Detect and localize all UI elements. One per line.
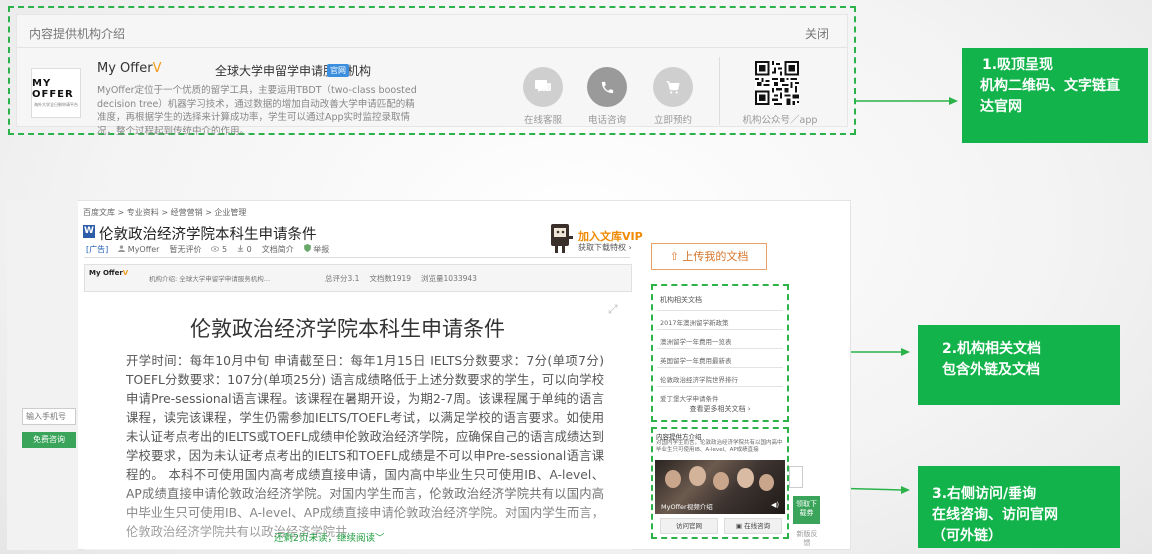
visit-website-button[interactable]: 访问官网 (660, 518, 718, 534)
related-docs-title: 机构相关文档 (660, 296, 702, 304)
provider-video-thumbnail[interactable]: MyOffer视频介绍 ◀) (655, 460, 785, 514)
photo-person (713, 472, 729, 490)
new-version-feedback-link[interactable]: 新版反馈 (795, 530, 819, 548)
org-info-bar: My OfferV 机构介绍: 全球大学申留学申请服务机构… 总评分3.1 文档… (84, 264, 632, 292)
downloads-count: 0 (237, 245, 252, 254)
upload-label: 上传我的文档 (682, 250, 749, 263)
online-consult-label: 在线咨询 (744, 522, 771, 530)
related-doc-item[interactable]: 英国留学一年费用最新表 (657, 348, 783, 368)
free-consult-button[interactable]: 免费咨询 (22, 432, 76, 448)
doc-meta-bar: [广告] MyOffer 暂无评价 5 0 文档简介 举报 (86, 244, 329, 255)
volume-icon[interactable]: ◀) (771, 501, 779, 509)
download-icon (237, 245, 244, 252)
infobar-logo-v: V (122, 269, 129, 277)
online-consult-button[interactable]: ▣ 在线咨询 (724, 518, 782, 534)
upload-doc-button[interactable]: ⇧ 上传我的文档 (651, 243, 767, 270)
related-docs-box: 机构相关文档 2017年澳洲留学新政策 澳洲留学一年费用一览表 英国留学一年费用… (651, 284, 789, 422)
report-link[interactable]: 举报 (303, 244, 330, 255)
photo-person (665, 470, 681, 488)
doc-intro-toggle[interactable]: 文档简介 (262, 244, 294, 255)
provider-intro-box: 内容提供方介绍 对国内学生而言，伦敦政治经济学院共有以国内高中毕业生只可使用IB… (651, 427, 789, 539)
stat-view-count: 浏览量1033943 (421, 274, 477, 283)
continue-reading-label: 还剩2页未读，继续阅读 (274, 533, 376, 544)
chevron-down-icon: ﹀ (375, 533, 385, 544)
related-doc-item[interactable]: 爱丁堡大学申请条件 (657, 386, 783, 406)
views-value: 5 (222, 245, 228, 254)
ad-tag: [广告] (86, 245, 109, 254)
related-doc-item[interactable]: 伦敦政治经济学院世界排行 (657, 367, 783, 387)
breadcrumb[interactable]: 百度文库 > 专业资料 > 经营营销 > 企业管理 (83, 207, 246, 218)
user-icon (118, 245, 126, 252)
eye-icon (211, 246, 220, 252)
related-doc-item[interactable]: 2017年澳洲留学新政策 (657, 310, 783, 330)
upload-icon: ⇧ (669, 250, 683, 263)
arrow-head (901, 486, 910, 494)
phone-number-input[interactable] (22, 408, 76, 425)
chat-icon: ▣ (735, 522, 745, 530)
side-input[interactable] (789, 466, 803, 488)
report-label: 举报 (313, 245, 330, 254)
get-download-voucher-button[interactable]: 领取下载券 (793, 496, 820, 524)
video-caption: MyOffer视频介绍 (661, 503, 713, 511)
infobar-logo-text: My Offer (89, 269, 123, 277)
content-title: 伦敦政治经济学院本科生申请条件 (190, 317, 505, 341)
fullscreen-icon[interactable]: ⤢ (608, 302, 618, 317)
more-related-docs-link[interactable]: 查看更多相关文档 › (653, 404, 787, 414)
stat-doc-count: 文档数1919 (369, 274, 412, 283)
infobar-intro: 机构介绍: 全球大学申留学申请服务机构… (149, 275, 271, 283)
photo-person (759, 474, 774, 491)
vip-mascot-icon (551, 224, 573, 253)
arrow-head (949, 97, 958, 105)
photo-person (689, 466, 706, 486)
views-count: 5 (211, 245, 227, 254)
provider-description: 对国内学生而言，伦敦政治经济学院共有以国内高中毕业生只可使用IB、A-level… (656, 440, 783, 453)
continue-reading-link[interactable]: 还剩2页未读，继续阅读﹀ (274, 530, 385, 544)
more-related-docs-label: 查看更多相关文档 (689, 405, 746, 413)
related-doc-item[interactable]: 澳洲留学一年费用一览表 (657, 329, 783, 349)
author-link[interactable]: MyOffer (118, 245, 159, 254)
vip-privilege-link[interactable]: 获取下载特权 › (578, 242, 632, 253)
infobar-logo: My OfferV (89, 269, 128, 277)
stat-rating: 总评分3.1 (325, 274, 360, 283)
divider (84, 257, 630, 258)
author-name: MyOffer (127, 245, 160, 254)
rating-text: 暂无评价 (169, 245, 202, 254)
infobar-stats: 总评分3.1 文档数1919 浏览量1033943 (325, 273, 477, 284)
photo-person (737, 468, 754, 488)
downloads-value: 0 (246, 245, 252, 254)
word-doc-icon: W (83, 225, 95, 238)
doc-title: 伦敦政治经济学院本科生申请条件 (99, 227, 317, 243)
chevron-right-icon: › (745, 405, 751, 413)
left-strip (7, 200, 78, 550)
arrow-head (901, 348, 910, 356)
shield-icon (303, 244, 311, 252)
